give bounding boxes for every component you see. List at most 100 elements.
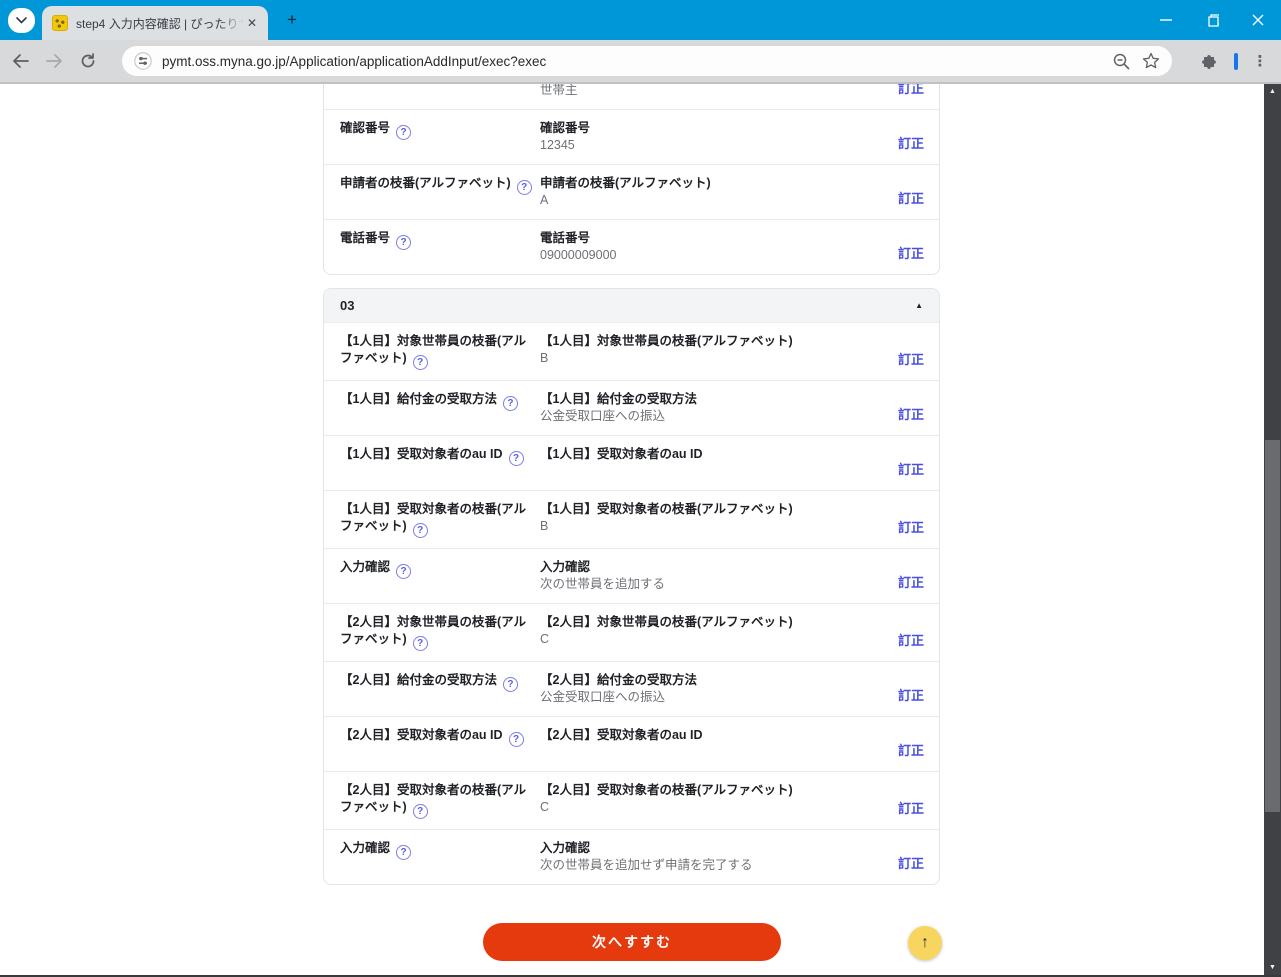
field-value-block: 電話番号 09000009000: [536, 230, 898, 264]
field-label: 【1人目】受取対象者の枝番(アルファベット)?: [340, 502, 526, 538]
help-icon[interactable]: ?: [396, 235, 412, 250]
confirm-row: 【1人目】給付金の受取方法? 【1人目】給付金の受取方法 公金受取口座への振込 …: [324, 380, 939, 435]
help-icon[interactable]: ?: [396, 845, 412, 860]
field-label: 【2人目】受取対象者のau ID?: [340, 727, 536, 761]
reload-button[interactable]: [74, 47, 102, 75]
zoom-out-icon[interactable]: [1110, 50, 1132, 72]
field-value-block: 【1人目】給付金の受取方法 公金受取口座への振込: [536, 391, 898, 425]
field-label: 電話番号?: [340, 230, 536, 264]
field-value: B: [540, 519, 549, 533]
restore-icon: [1207, 13, 1219, 27]
correct-link[interactable]: 訂正: [898, 404, 924, 423]
field-value-label: 入力確認: [540, 841, 591, 855]
field-value: C: [540, 800, 550, 814]
field-value: 公金受取口座への振込: [540, 409, 666, 423]
correct-link[interactable]: 訂正: [898, 349, 924, 368]
scroll-to-top-button[interactable]: ↑: [908, 926, 942, 960]
browser-tab[interactable]: step4 入力内容確認 | ぴったりサ ✕: [42, 6, 268, 40]
section-header[interactable]: 03 ▲: [324, 289, 939, 323]
help-icon[interactable]: ?: [412, 636, 428, 651]
confirmation-card-2: 03 ▲ 【1人目】対象世帯員の枝番(アルファベット)? 【1人目】対象世帯員の…: [323, 288, 940, 885]
address-bar[interactable]: pymt.oss.myna.go.jp/Application/applicat…: [122, 46, 1172, 76]
confirm-row: 【1人目】受取対象者の枝番(アルファベット)? 【1人目】受取対象者の枝番(アル…: [324, 490, 939, 548]
field-value: 12345: [540, 138, 575, 152]
correct-link[interactable]: 訂正: [898, 517, 924, 536]
browser-menu-icon[interactable]: ⋮: [1247, 48, 1273, 74]
close-icon: [1252, 14, 1264, 26]
help-icon[interactable]: ?: [396, 564, 412, 579]
tab-group-indicator[interactable]: [1234, 52, 1238, 70]
confirm-row: 【2人目】受取対象者のau ID? 【2人目】受取対象者のau ID 訂正: [324, 716, 939, 771]
help-icon[interactable]: ?: [412, 523, 428, 538]
correct-link[interactable]: 訂正: [898, 133, 924, 152]
field-value-block: 入力確認 次の世帯員を追加する: [536, 559, 898, 593]
browser-toolbar: pymt.oss.myna.go.jp/Application/applicat…: [0, 40, 1281, 82]
maximize-button[interactable]: [1189, 0, 1235, 40]
correct-link[interactable]: 訂正: [898, 685, 924, 704]
help-icon[interactable]: ?: [412, 355, 428, 370]
field-value-label: 確認番号: [540, 121, 591, 135]
field-value-block: 【2人目】給付金の受取方法 公金受取口座への振込: [536, 672, 898, 706]
tab-search-button[interactable]: [8, 8, 35, 33]
help-icon[interactable]: ?: [516, 180, 532, 195]
correct-link[interactable]: 訂正: [898, 853, 924, 872]
confirm-row: 【2人目】受取対象者の枝番(アルファベット)? 【2人目】受取対象者の枝番(アル…: [324, 771, 939, 829]
confirm-row: 世帯主 訂正: [324, 84, 939, 109]
forward-arrow-icon: [45, 54, 62, 68]
field-value-block: 世帯主: [536, 84, 898, 99]
minimize-icon: [1160, 19, 1172, 21]
help-icon[interactable]: ?: [508, 732, 524, 747]
field-value-label: 【1人目】対象世帯員の枝番(アルファベット): [540, 334, 793, 348]
correct-link[interactable]: 訂正: [898, 740, 924, 759]
browser-tab-strip: step4 入力内容確認 | ぴったりサ ✕ +: [0, 0, 1281, 40]
field-label: 【1人目】対象世帯員の枝番(アルファベット)?: [340, 334, 526, 370]
scrollbar-thumb[interactable]: [1265, 440, 1280, 812]
help-icon[interactable]: ?: [412, 804, 428, 819]
correct-link[interactable]: 訂正: [898, 459, 924, 478]
help-icon[interactable]: ?: [508, 451, 524, 466]
vertical-scrollbar[interactable]: ▲ ▼: [1264, 84, 1281, 977]
up-arrow-icon: ↑: [921, 934, 929, 951]
field-value: 世帯主: [540, 84, 578, 97]
page-content: 世帯主 訂正 確認番号? 確認番号 12345 訂正 申請者の枝番(アルファベッ…: [0, 84, 1281, 977]
correct-link[interactable]: 訂正: [898, 84, 924, 97]
field-label: 【1人目】給付金の受取方法?: [340, 391, 536, 425]
scrollbar-down-button[interactable]: ▼: [1264, 960, 1281, 975]
new-tab-button[interactable]: +: [283, 11, 301, 29]
field-value-block: 【1人目】受取対象者の枝番(アルファベット) B: [536, 501, 898, 538]
field-value-block: 【2人目】受取対象者のau ID: [536, 727, 898, 761]
correct-link[interactable]: 訂正: [898, 630, 924, 649]
correct-link[interactable]: 訂正: [898, 572, 924, 591]
confirm-row: 申請者の枝番(アルファベット)? 申請者の枝番(アルファベット) A 訂正: [324, 164, 939, 219]
help-icon[interactable]: ?: [502, 396, 518, 411]
field-value-label: 【2人目】受取対象者の枝番(アルファベット): [540, 783, 793, 797]
site-info-icon[interactable]: [134, 52, 152, 70]
field-value-block: 入力確認 次の世帯員を追加せず申請を完了する: [536, 840, 898, 874]
url-text[interactable]: pymt.oss.myna.go.jp/Application/applicat…: [162, 54, 1102, 69]
field-value-label: 【2人目】対象世帯員の枝番(アルファベット): [540, 615, 793, 629]
field-value-block: 【1人目】受取対象者のau ID: [536, 446, 898, 480]
extensions-puzzle-icon[interactable]: [1196, 48, 1222, 74]
help-icon[interactable]: ?: [396, 125, 412, 140]
field-label: 【2人目】対象世帯員の枝番(アルファベット)?: [340, 615, 526, 651]
minimize-button[interactable]: [1143, 0, 1189, 40]
back-button[interactable]: [6, 47, 34, 75]
close-window-button[interactable]: [1235, 0, 1281, 40]
scrollbar-up-button[interactable]: ▲: [1264, 84, 1281, 99]
field-label: 確認番号?: [340, 120, 536, 154]
confirm-row: 【1人目】対象世帯員の枝番(アルファベット)? 【1人目】対象世帯員の枝番(アル…: [324, 323, 939, 380]
correct-link[interactable]: 訂正: [898, 243, 924, 262]
field-label: 入力確認?: [340, 840, 536, 874]
correct-link[interactable]: 訂正: [898, 188, 924, 207]
field-label: 【2人目】給付金の受取方法?: [340, 672, 536, 706]
collapse-caret-icon[interactable]: ▲: [915, 301, 923, 310]
next-button[interactable]: 次へすすむ: [483, 923, 781, 961]
field-value: [540, 463, 898, 480]
forward-button[interactable]: [40, 47, 68, 75]
help-icon[interactable]: ?: [502, 677, 518, 692]
field-value-block: 申請者の枝番(アルファベット) A: [536, 175, 898, 209]
correct-link[interactable]: 訂正: [898, 798, 924, 817]
window-controls: [1143, 0, 1281, 40]
bookmark-star-icon[interactable]: [1140, 50, 1162, 72]
tab-close-icon[interactable]: ✕: [244, 15, 260, 31]
